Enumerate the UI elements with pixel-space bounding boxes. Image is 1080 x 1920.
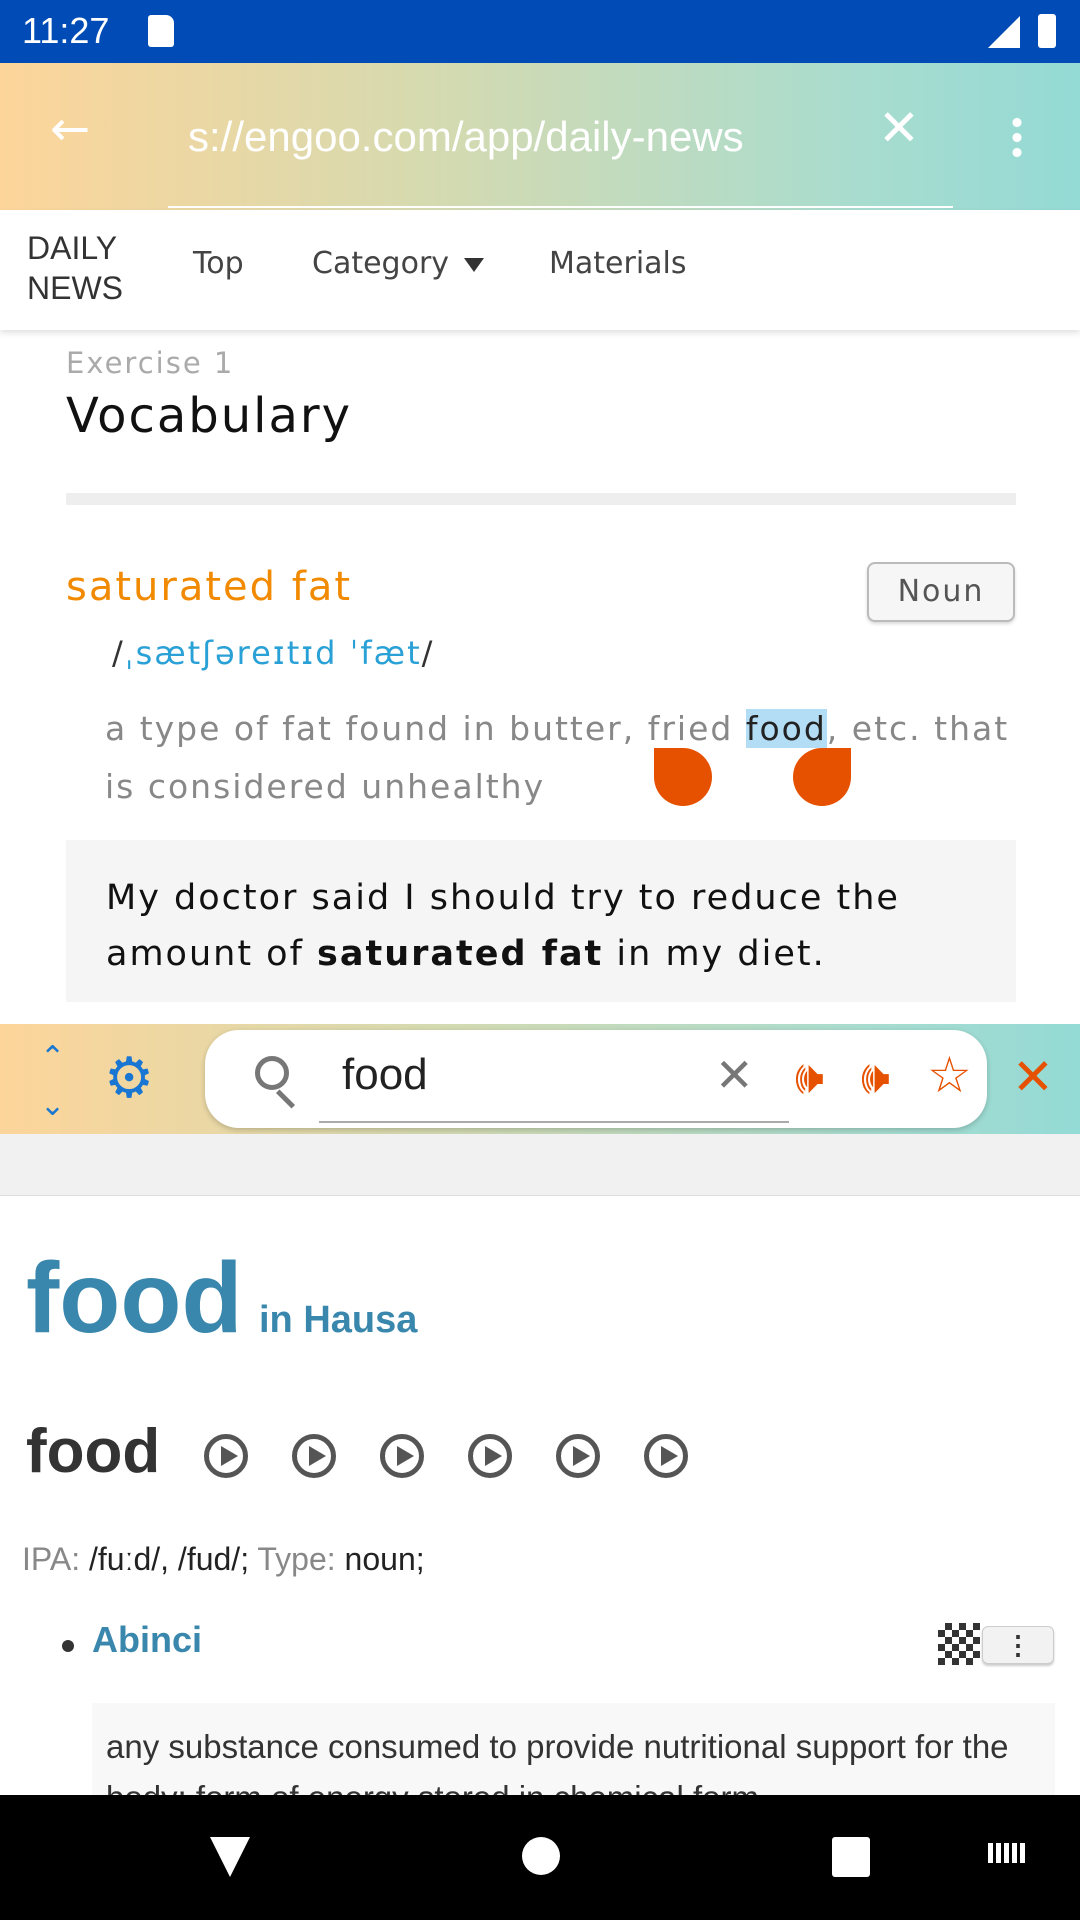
entry-menu-button[interactable]: ⋮ — [982, 1626, 1054, 1664]
type-value: noun; — [344, 1541, 425, 1577]
keyboard-icon[interactable] — [988, 1843, 1028, 1873]
translation-link[interactable]: Abinci — [92, 1619, 202, 1661]
signal-icon — [988, 16, 1020, 48]
section-title: Vocabulary — [66, 388, 353, 444]
speaker-icon[interactable]: 🕪 — [795, 1050, 824, 1106]
sd-card-icon — [148, 15, 174, 47]
url-underline — [168, 206, 953, 208]
dictionary-toolbar: ⌃ ⌄ ⚙ food ✕ 🕪 🕪 ☆ ✕ — [0, 1024, 1080, 1134]
search-icon-handle — [275, 1089, 296, 1109]
play-icon[interactable] — [204, 1434, 248, 1478]
phonetic: /ˌsætʃəreɪtɪd ˈfæt/ — [112, 634, 434, 672]
ipa-line: IPA: /fuːd/, /fud/; Type: noun; — [22, 1541, 425, 1578]
play-icon[interactable] — [556, 1434, 600, 1478]
status-bar: 11:27 — [0, 0, 1080, 63]
logo-line: NEWS — [27, 270, 123, 306]
speaker-icon[interactable]: 🕪 — [861, 1050, 890, 1106]
nav-materials[interactable]: Materials — [549, 246, 687, 281]
selection-handle-start[interactable] — [654, 748, 712, 806]
separator — [0, 1134, 1080, 1196]
search-box: food ✕ 🕪 🕪 ☆ — [205, 1030, 987, 1128]
vocab-definition: a type of fat found in butter, fried foo… — [105, 700, 1025, 816]
next-icon[interactable]: ⌄ — [40, 1088, 65, 1123]
ipa-label: IPA: — [22, 1541, 81, 1577]
dictionary-card: food in Hausa food IPA: /fuːd/, /fud/; T… — [0, 1195, 1080, 1903]
recents-icon[interactable] — [832, 1837, 870, 1877]
status-time: 11:27 — [22, 10, 110, 51]
dict-entry: food — [26, 1417, 161, 1486]
selected-text[interactable]: food — [745, 709, 827, 748]
dict-language: in Hausa — [259, 1299, 418, 1341]
prev-icon[interactable]: ⌃ — [40, 1040, 65, 1075]
slash: / — [421, 634, 435, 672]
chevron-down-icon[interactable] — [464, 258, 484, 272]
back-icon[interactable] — [210, 1837, 250, 1877]
nav-category[interactable]: Category — [312, 246, 449, 281]
dict-headword: food — [26, 1242, 243, 1354]
play-icon[interactable] — [644, 1434, 688, 1478]
battery-icon — [1038, 14, 1056, 48]
nav-top[interactable]: Top — [193, 246, 244, 281]
example-box: My doctor said I should try to reduce th… — [66, 840, 1016, 1002]
play-icon[interactable] — [468, 1434, 512, 1478]
identicon — [938, 1623, 980, 1665]
vocab-word: saturated fat — [66, 564, 353, 610]
search-icon — [255, 1056, 289, 1090]
gear-icon[interactable]: ⚙ — [104, 1046, 154, 1111]
phonetic-text: ˌsætʃəreɪtɪd ˈfæt — [124, 634, 422, 672]
logo-line: DAILY — [27, 230, 118, 266]
divider — [66, 493, 1016, 505]
url-input[interactable]: s://engoo.com/app/daily-news — [188, 113, 744, 161]
ipa-value: /fuːd/, /fud/; — [88, 1541, 250, 1577]
part-of-speech-badge: Noun — [867, 562, 1015, 622]
selection-handle-end[interactable] — [793, 748, 851, 806]
site-nav: DAILY NEWS Top Category Materials — [0, 210, 1080, 330]
bullet — [62, 1640, 74, 1652]
clear-url-icon[interactable]: ✕ — [878, 99, 920, 157]
play-icon[interactable] — [292, 1434, 336, 1478]
home-icon[interactable] — [522, 1837, 560, 1875]
close-dictionary-icon[interactable]: ✕ — [1012, 1048, 1054, 1106]
back-arrow-icon[interactable]: ← — [50, 101, 90, 157]
search-underline — [319, 1121, 789, 1123]
clear-search-icon[interactable]: ✕ — [715, 1048, 754, 1102]
def-text: a type of fat found in butter, fried — [105, 709, 746, 748]
system-nav-bar — [0, 1795, 1080, 1920]
type-label: Type: — [257, 1541, 336, 1577]
search-input[interactable]: food — [342, 1050, 428, 1100]
browser-url-bar: ← s://engoo.com/app/daily-news ✕ — [0, 63, 1080, 210]
play-icon[interactable] — [380, 1434, 424, 1478]
example-text: in my diet. — [603, 934, 826, 974]
star-icon[interactable]: ☆ — [927, 1046, 972, 1104]
more-menu-icon[interactable] — [1012, 115, 1022, 159]
daily-news-logo[interactable]: DAILY NEWS — [27, 228, 123, 308]
slash: / — [112, 634, 125, 672]
exercise-label: Exercise 1 — [66, 346, 235, 380]
example-bold: saturated fat — [317, 934, 604, 974]
